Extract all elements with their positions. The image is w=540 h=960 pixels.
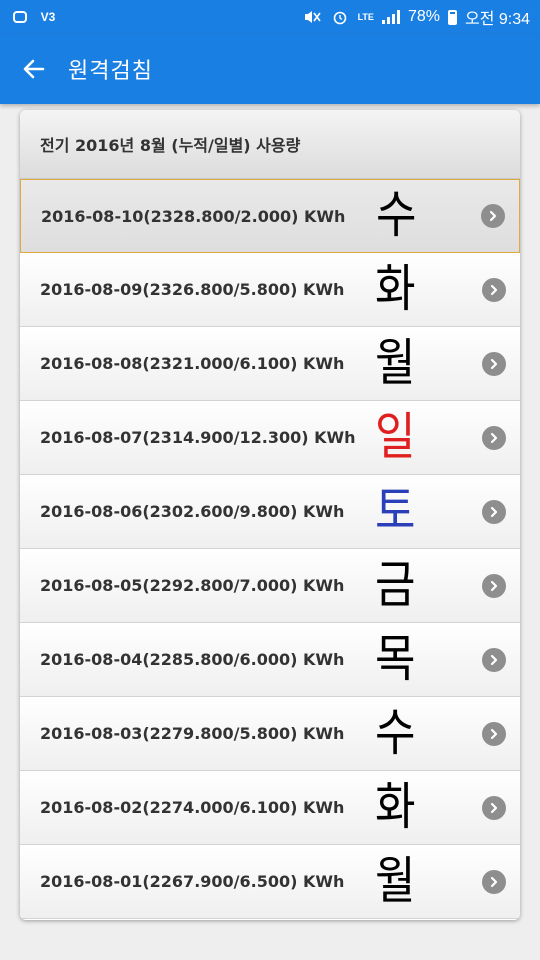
handwritten-weekday: 목: [375, 629, 416, 689]
usage-item-label: 2016-08-03(2279.800/5.800) KWh: [40, 724, 345, 743]
handwritten-weekday: 수: [376, 186, 417, 245]
usage-item-label: 2016-08-09(2326.800/5.800) KWh: [40, 280, 345, 299]
chevron-right-icon: [482, 795, 506, 820]
handwritten-weekday: 화: [375, 259, 416, 319]
chevron-right-icon: [481, 204, 505, 228]
chevron-right-icon: [482, 351, 506, 376]
usage-item-label: 2016-08-04(2285.800/6.000) KWh: [40, 650, 345, 669]
usage-list-item[interactable]: 2016-08-06(2302.600/9.800) KWh 토: [20, 475, 520, 549]
usage-list: 2016-08-10(2328.800/2.000) KWh 수 2016-08-0…: [20, 179, 520, 919]
app-notification-icon: [10, 8, 30, 26]
chevron-right-icon: [482, 277, 506, 302]
usage-list-item[interactable]: 2016-08-04(2285.800/6.000) KWh 목: [20, 623, 520, 697]
arrow-left-icon: [23, 59, 45, 79]
usage-item-label: 2016-08-10(2328.800/2.000) KWh: [41, 206, 346, 226]
back-button[interactable]: [14, 49, 54, 89]
handwritten-weekday: 토: [375, 481, 416, 541]
chevron-right-icon: [482, 869, 506, 894]
chevron-right-icon: [482, 425, 506, 450]
usage-list-item[interactable]: 2016-08-07(2314.900/12.300) KWh 일: [20, 401, 520, 475]
chevron-right-icon: [482, 499, 506, 524]
usage-list-card: 전기 2016년 8월 (누적/일별) 사용량 2016-08-10(2328.…: [20, 110, 520, 920]
battery-percent: 78%: [407, 8, 440, 25]
usage-item-label: 2016-08-05(2292.800/7.000) KWh: [40, 576, 345, 595]
signal-icon: [381, 10, 400, 24]
usage-list-item[interactable]: 2016-08-02(2274.000/6.100) KWh 화: [20, 771, 520, 845]
usage-list-item[interactable]: 2016-08-05(2292.800/7.000) KWh 금: [20, 549, 520, 623]
usage-item-label: 2016-08-01(2267.900/6.500) KWh: [40, 872, 345, 891]
handwritten-weekday: 월: [375, 851, 416, 911]
usage-item-label: 2016-08-08(2321.000/6.100) KWh: [40, 354, 345, 373]
handwritten-weekday: 일: [375, 407, 416, 467]
usage-list-item[interactable]: 2016-08-09(2326.800/5.800) KWh 화: [20, 253, 520, 327]
alarm-icon: [330, 8, 350, 26]
status-bar-left: V3: [10, 8, 58, 26]
handwritten-weekday: 화: [375, 777, 416, 837]
usage-list-item[interactable]: 2016-08-01(2267.900/6.500) KWh 월: [20, 845, 520, 919]
usage-list-item[interactable]: 2016-08-03(2279.800/5.800) KWh 수: [20, 697, 520, 771]
v3-app-icon: V3: [40, 10, 56, 24]
handwritten-weekday: 금: [375, 555, 416, 615]
clock: 오전 9:34: [464, 11, 530, 28]
handwritten-weekday: 수: [375, 703, 416, 763]
usage-item-label: 2016-08-02(2274.000/6.100) KWh: [40, 798, 345, 817]
chevron-right-icon: [482, 721, 506, 746]
chevron-right-icon: [482, 573, 506, 598]
page-title: 원격검침: [68, 59, 153, 84]
status-bar: V3 LTE 78% 오전 9:34: [0, 0, 540, 34]
usage-item-label: 2016-08-07(2314.900/12.300) KWh: [40, 428, 356, 447]
status-bar-right: LTE 78% 오전 9:34: [302, 5, 530, 29]
usage-list-item[interactable]: 2016-08-08(2321.000/6.100) KWh 월: [20, 327, 520, 401]
mute-icon: [302, 8, 322, 26]
handwritten-weekday: 월: [375, 333, 416, 393]
battery-icon: [447, 9, 457, 25]
chevron-right-icon: [482, 647, 506, 672]
network-type: LTE: [357, 11, 374, 22]
usage-item-label: 2016-08-06(2302.600/9.800) KWh: [40, 502, 345, 521]
usage-list-item[interactable]: 2016-08-10(2328.800/2.000) KWh 수: [20, 179, 520, 253]
app-bar: 원격검침: [0, 34, 540, 104]
list-header: 전기 2016년 8월 (누적/일별) 사용량: [20, 110, 520, 179]
